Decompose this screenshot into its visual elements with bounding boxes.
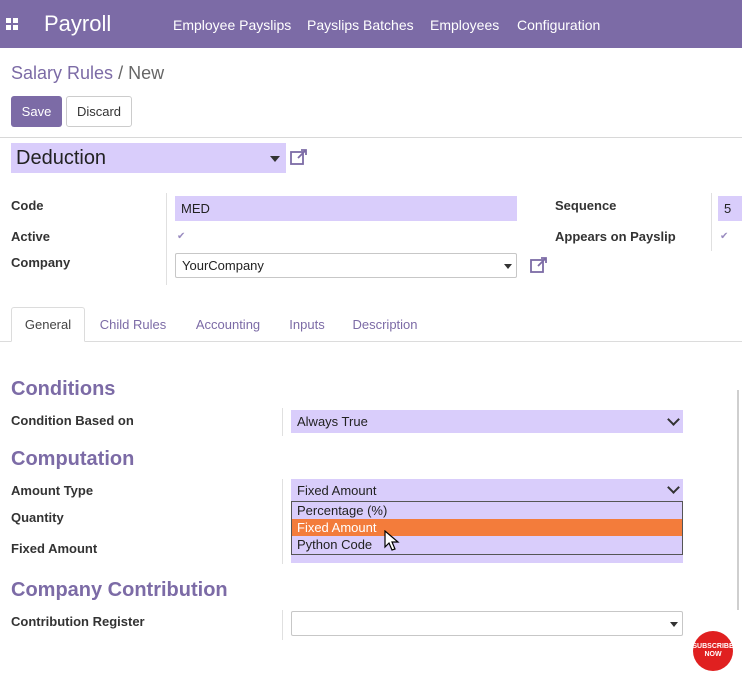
code-input[interactable]: MED — [175, 196, 517, 221]
option-percentage[interactable]: Percentage (%) — [292, 502, 682, 519]
sequence-input[interactable]: 5 — [718, 196, 742, 221]
nav-employees[interactable]: Employees — [430, 17, 499, 33]
breadcrumb-salary-rules[interactable]: Salary Rules — [11, 63, 113, 83]
tab-general[interactable]: General — [11, 307, 85, 342]
subscribe-line1: SUBSCRIBE — [692, 643, 734, 650]
company-contribution-title: Company Contribution — [11, 579, 228, 601]
chevron-down-icon — [667, 413, 680, 426]
chevron-down-icon — [270, 156, 280, 162]
chevron-down-icon — [504, 264, 512, 269]
discard-button[interactable]: Discard — [66, 96, 132, 127]
amount-type-dropdown: Percentage (%) Fixed Amount Python Code — [291, 501, 683, 555]
amount-type-select[interactable]: Fixed Amount — [291, 479, 683, 501]
mouse-cursor-icon — [384, 530, 400, 551]
active-checkbox[interactable]: ✔ — [177, 232, 187, 242]
condition-based-label: Condition Based on — [11, 413, 134, 428]
external-link-icon[interactable] — [529, 255, 549, 275]
fixed-amount-label: Fixed Amount — [11, 541, 98, 556]
tab-child-rules[interactable]: Child Rules — [92, 307, 174, 342]
sequence-value: 5 — [724, 201, 732, 216]
chevron-down-icon — [670, 622, 678, 627]
sequence-label: Sequence — [555, 198, 617, 213]
tab-accounting[interactable]: Accounting — [186, 307, 270, 342]
subscribe-badge[interactable]: SUBSCRIBE NOW — [692, 631, 734, 671]
active-label: Active — [11, 229, 51, 244]
condition-based-select[interactable]: Always True — [291, 410, 683, 433]
breadcrumb: Salary Rules / New — [11, 63, 164, 84]
field-separator — [282, 610, 283, 640]
appears-on-payslip-label: Appears on Payslip — [555, 229, 676, 244]
control-panel-divider — [0, 137, 742, 138]
tab-inputs[interactable]: Inputs — [282, 307, 332, 342]
amount-type-label: Amount Type — [11, 483, 94, 498]
field-separator — [166, 193, 167, 285]
external-link-icon[interactable] — [289, 147, 309, 167]
app-title[interactable]: Payroll — [44, 11, 111, 37]
amount-type-value: Fixed Amount — [297, 482, 377, 498]
code-label: Code — [11, 198, 44, 213]
save-button[interactable]: Save — [11, 96, 62, 127]
field-separator — [282, 479, 283, 564]
option-fixed-amount[interactable]: Fixed Amount — [292, 519, 682, 536]
breadcrumb-separator: / — [118, 63, 124, 83]
contribution-register-label: Contribution Register — [11, 614, 145, 629]
category-value: Deduction — [16, 147, 107, 169]
quantity-label: Quantity — [11, 510, 64, 525]
category-select[interactable]: Deduction — [11, 143, 286, 173]
company-value: YourCompany — [182, 258, 264, 273]
breadcrumb-current: New — [128, 63, 165, 83]
scrollbar[interactable] — [737, 390, 739, 610]
apps-menu-icon[interactable] — [6, 18, 18, 30]
field-separator — [282, 408, 283, 436]
code-value: MED — [181, 201, 210, 216]
company-label: Company — [11, 255, 71, 270]
subscribe-line2: NOW — [704, 651, 722, 658]
field-separator — [711, 193, 712, 251]
tab-description[interactable]: Description — [344, 307, 426, 342]
appears-on-payslip-checkbox[interactable]: ✔ — [720, 232, 730, 242]
conditions-title: Conditions — [11, 378, 116, 400]
nav-configuration[interactable]: Configuration — [517, 17, 600, 33]
nav-employee-payslips[interactable]: Employee Payslips — [173, 17, 291, 33]
contribution-register-select[interactable] — [291, 611, 683, 636]
option-python-code[interactable]: Python Code — [292, 536, 682, 553]
condition-based-value: Always True — [297, 414, 368, 429]
chevron-down-icon — [667, 481, 680, 494]
top-navbar: Payroll Employee Payslips Payslips Batch… — [0, 0, 742, 48]
computation-title: Computation — [11, 448, 135, 470]
nav-payslips-batches[interactable]: Payslips Batches — [307, 17, 414, 33]
company-select[interactable]: YourCompany — [175, 253, 517, 278]
